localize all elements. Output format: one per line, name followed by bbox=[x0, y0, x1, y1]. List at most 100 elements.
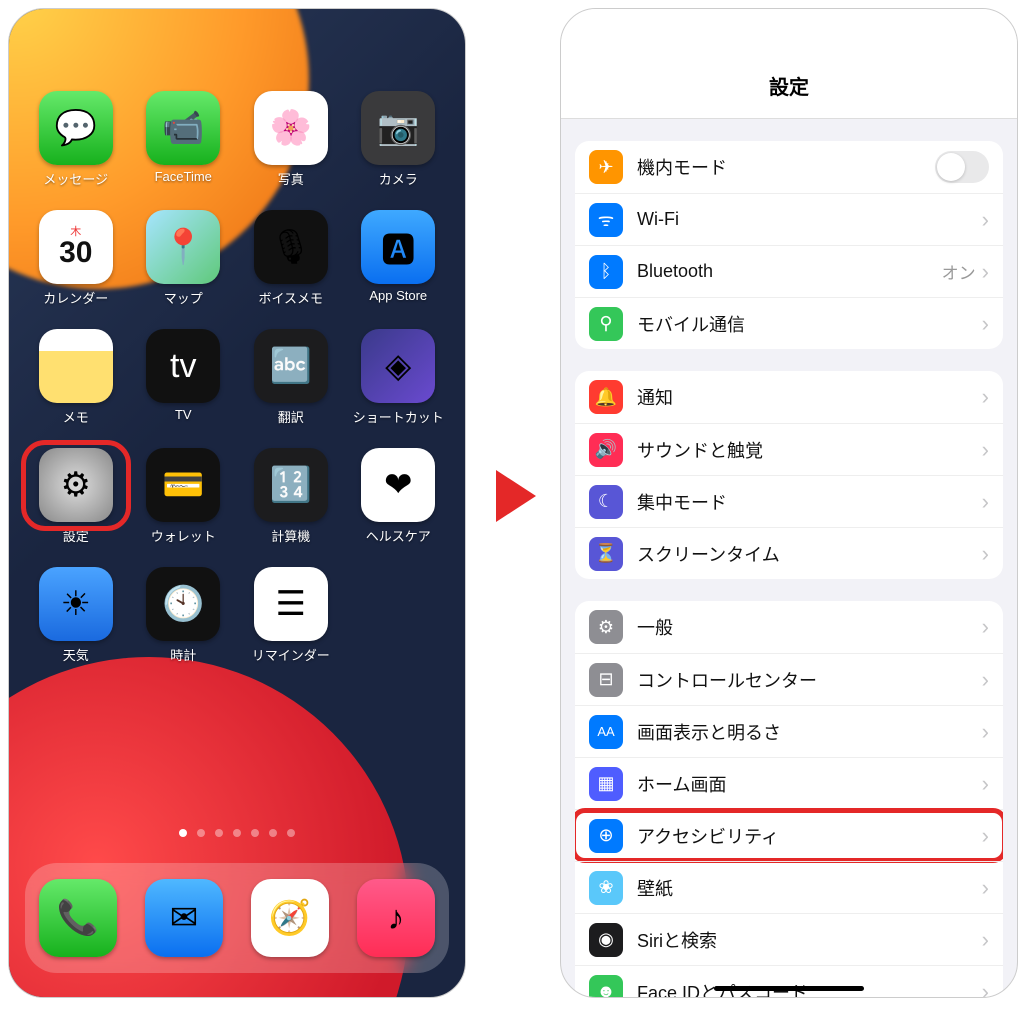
tv-app[interactable]: tv TV bbox=[137, 329, 231, 426]
cellular-row-icon: ⚲ bbox=[589, 307, 623, 341]
chevron-right-icon: › bbox=[982, 259, 989, 285]
health-app-icon: ❤ bbox=[361, 448, 435, 522]
camera-app[interactable]: 📷 カメラ bbox=[352, 91, 446, 188]
appstore-app[interactable]: 🅰App Store bbox=[352, 210, 446, 307]
mail-app[interactable]: ✉ bbox=[145, 879, 223, 957]
accessibility-row-icon: ⊕ bbox=[589, 819, 623, 853]
accessibility-row[interactable]: ⊕アクセシビリティ› bbox=[575, 809, 1003, 861]
row-label: Siriと検索 bbox=[637, 927, 982, 953]
focus-row[interactable]: ☾集中モード› bbox=[575, 475, 1003, 527]
chevron-right-icon: › bbox=[982, 823, 989, 849]
chevron-right-icon: › bbox=[982, 614, 989, 640]
screentime-row[interactable]: ⏳ スクリーンタイム› bbox=[575, 527, 1003, 579]
calculator-app-icon: 🔢 bbox=[254, 448, 328, 522]
reminders-app[interactable]: ☰リマインダー bbox=[244, 567, 338, 664]
messages-app-icon: 💬 bbox=[39, 91, 113, 165]
wallet-app-icon: 💳 bbox=[146, 448, 220, 522]
wallet-app[interactable]: 💳 ウォレット bbox=[137, 448, 231, 545]
app-label: ショートカット bbox=[353, 407, 444, 426]
cellular-row[interactable]: ⚲ モバイル通信› bbox=[575, 297, 1003, 349]
notifications-row-icon: 🔔 bbox=[589, 380, 623, 414]
row-label: 壁紙 bbox=[637, 875, 982, 901]
app-label: カメラ bbox=[379, 169, 418, 188]
wifi-row-icon: ᯤ bbox=[589, 203, 623, 237]
app-label: カレンダー bbox=[43, 288, 108, 307]
bluetooth-row[interactable]: ᛒBluetoothオン› bbox=[575, 245, 1003, 297]
app-label: 天気 bbox=[63, 645, 89, 664]
weather-app[interactable]: ☀ 天気 bbox=[29, 567, 123, 664]
translate-app[interactable]: 🔤翻訳 bbox=[244, 329, 338, 426]
calculator-app[interactable]: 🔢 計算機 bbox=[244, 448, 338, 545]
screentime-row-icon: ⏳ bbox=[589, 537, 623, 571]
row-label: 機内モード bbox=[637, 154, 935, 180]
settings-group: 🔔通知›🔊サウンドと触覚›☾集中モード›⏳スクリーンタイム› bbox=[575, 371, 1003, 579]
wifi-row[interactable]: ᯤWi-Fi› bbox=[575, 193, 1003, 245]
clock-app[interactable]: 🕙時計 bbox=[137, 567, 231, 664]
wallpaper-row-icon: ❀ bbox=[589, 871, 623, 905]
photos-app[interactable]: 🌸写真 bbox=[244, 91, 338, 188]
app-label: App Store bbox=[369, 288, 427, 303]
app-label: 時計 bbox=[170, 645, 196, 664]
app-label: ヘルスケア bbox=[366, 526, 431, 545]
messages-app[interactable]: 💬メッセージ bbox=[29, 91, 123, 188]
voicememo-app[interactable]: 🎙ボイスメモ bbox=[244, 210, 338, 307]
faceid-row-icon: ☻ bbox=[589, 975, 623, 999]
app-label: ウォレット bbox=[151, 526, 216, 545]
siri-row[interactable]: ◉Siriと検索› bbox=[575, 913, 1003, 965]
settings-group: ⚙一般›⊟コントロールセンター›AA画面表示と明るさ›▦ホーム画面›⊕アクセシビ… bbox=[575, 601, 1003, 998]
chevron-right-icon: › bbox=[982, 384, 989, 410]
row-label: Bluetooth bbox=[637, 261, 942, 282]
row-label: 通知 bbox=[637, 384, 982, 410]
notifications-row[interactable]: 🔔 通知› bbox=[575, 371, 1003, 423]
app-label: 計算機 bbox=[271, 526, 310, 545]
chevron-right-icon: › bbox=[982, 719, 989, 745]
music-app[interactable]: ♪ bbox=[357, 879, 435, 957]
row-label: スクリーンタイム bbox=[637, 541, 982, 567]
health-app[interactable]: ❤ ヘルスケア bbox=[352, 448, 446, 545]
row-label: 一般 bbox=[637, 614, 982, 640]
settings-screen: 設定 ✈機内モードᯤWi-Fi›ᛒBluetoothオン›⚲モバイル通信›🔔通知… bbox=[560, 8, 1018, 998]
tv-app-icon: tv bbox=[146, 329, 220, 403]
shortcuts-app[interactable]: ◈ショートカット bbox=[352, 329, 446, 426]
page-dots[interactable] bbox=[9, 829, 465, 837]
airplane-mode-row[interactable]: ✈機内モード bbox=[575, 141, 1003, 193]
row-label: コントロールセンター bbox=[637, 667, 982, 693]
app-label: メモ bbox=[63, 407, 89, 426]
facetime-app[interactable]: 📹FaceTime bbox=[137, 91, 231, 188]
wallpaper-row[interactable]: ❀ 壁紙› bbox=[575, 861, 1003, 913]
home-indicator[interactable] bbox=[714, 986, 864, 991]
focus-row-icon: ☾ bbox=[589, 485, 623, 519]
chevron-right-icon: › bbox=[982, 927, 989, 953]
app-label: 翻訳 bbox=[278, 407, 304, 426]
control-center-row[interactable]: ⊟コントロールセンター› bbox=[575, 653, 1003, 705]
display-row[interactable]: AA画面表示と明るさ› bbox=[575, 705, 1003, 757]
faceid-row[interactable]: ☻Face IDとパスコード› bbox=[575, 965, 1003, 998]
row-label: 画面表示と明るさ bbox=[637, 719, 982, 745]
notes-app[interactable]: メモ bbox=[29, 329, 123, 426]
chevron-right-icon: › bbox=[982, 771, 989, 797]
camera-app-icon: 📷 bbox=[361, 91, 435, 165]
homescreen-row[interactable]: ▦ホーム画面› bbox=[575, 757, 1003, 809]
chevron-right-icon: › bbox=[982, 541, 989, 567]
chevron-right-icon: › bbox=[982, 667, 989, 693]
phone-app[interactable]: 📞 bbox=[39, 879, 117, 957]
chevron-right-icon: › bbox=[982, 437, 989, 463]
chevron-right-icon: › bbox=[982, 875, 989, 901]
sounds-row[interactable]: 🔊サウンドと触覚› bbox=[575, 423, 1003, 475]
maps-app[interactable]: 📍マップ bbox=[137, 210, 231, 307]
general-row[interactable]: ⚙ 一般› bbox=[575, 601, 1003, 653]
safari-app[interactable]: 🧭 bbox=[251, 879, 329, 957]
row-label: モバイル通信 bbox=[637, 311, 982, 337]
next-arrow-icon bbox=[496, 470, 536, 522]
calendar-app[interactable]: 木30カレンダー bbox=[29, 210, 123, 307]
row-detail: オン bbox=[942, 259, 976, 284]
weather-app-icon: ☀ bbox=[39, 567, 113, 641]
facetime-app-icon: 📹 bbox=[146, 91, 220, 165]
chevron-right-icon: › bbox=[982, 979, 989, 999]
dock: 📞 ✉ 🧭 ♪ bbox=[25, 863, 449, 973]
settings-app[interactable]: ⚙設定 bbox=[29, 448, 123, 545]
toggle[interactable] bbox=[935, 151, 989, 183]
general-row-icon: ⚙ bbox=[589, 610, 623, 644]
chevron-right-icon: › bbox=[982, 311, 989, 337]
app-label: TV bbox=[175, 407, 192, 422]
